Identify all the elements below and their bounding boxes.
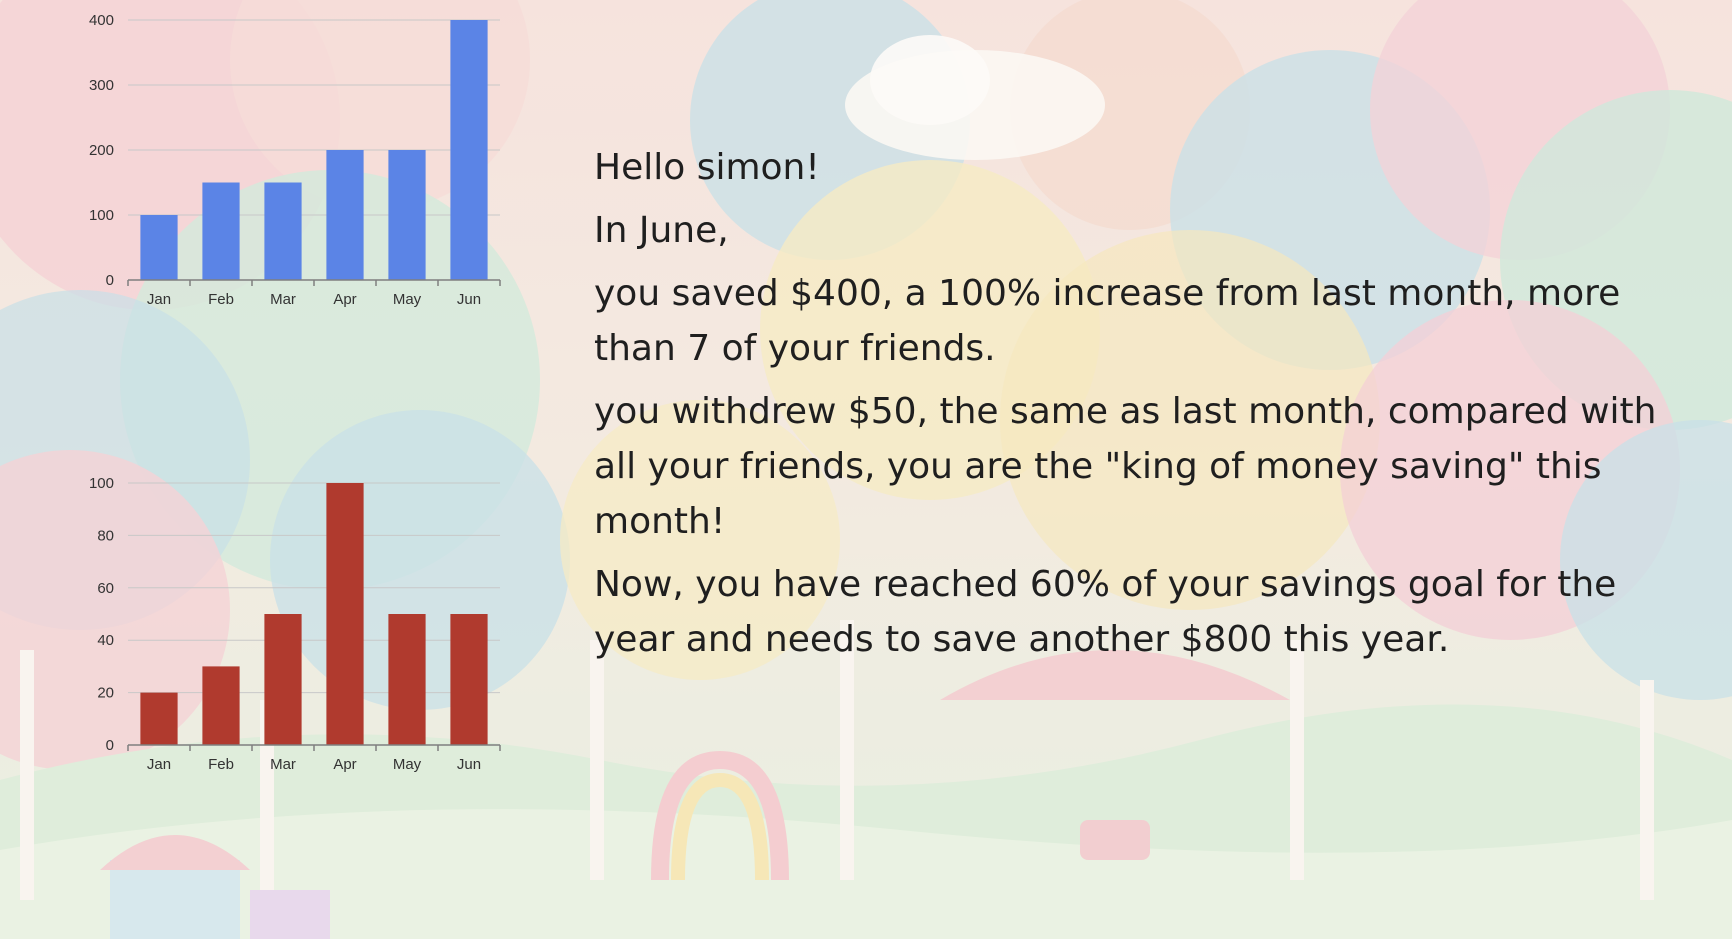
savings-ytick-label: 300	[89, 77, 114, 94]
savings-xtick-label: Jun	[457, 291, 481, 308]
withdrawals-xtick-label: Mar	[270, 756, 296, 773]
savings-ytick-label: 0	[106, 272, 114, 289]
withdrawals-bar-jan	[140, 692, 178, 745]
goal-summary-text: Now, you have reached 60% of your saving…	[594, 564, 1617, 660]
savings-bar-chart: 0 100 200 300 400 Jan Feb Mar Apr May Jun	[60, 0, 520, 310]
withdrew-summary-text: you withdrew $50, the same as last month…	[594, 391, 1657, 542]
savings-xtick-label: Apr	[333, 291, 356, 308]
savings-xtick-label: May	[393, 291, 422, 308]
withdrawals-xtick-label: Apr	[333, 756, 356, 773]
withdrawals-ytick-label: 0	[106, 737, 114, 754]
withdrawals-bar-may	[388, 614, 426, 745]
savings-xtick-label: Feb	[208, 291, 234, 308]
savings-bar-jun	[450, 20, 488, 280]
withdrawals-xtick-label: Feb	[208, 756, 234, 773]
summary-message: Hello simon! In June, you saved $400, a …	[594, 140, 1684, 675]
withdrawals-xtick-label: May	[393, 756, 422, 773]
savings-ytick-label: 100	[89, 207, 114, 224]
savings-bar-jan	[140, 215, 178, 280]
withdrawals-xtick-label: Jun	[457, 756, 481, 773]
withdrawals-ytick-label: 60	[97, 580, 114, 597]
withdrawals-ytick-label: 80	[97, 527, 114, 544]
withdrawals-ytick-label: 100	[89, 475, 114, 492]
savings-xtick-label: Mar	[270, 291, 296, 308]
withdrawals-ytick-label: 40	[97, 632, 114, 649]
savings-ytick-label: 400	[89, 12, 114, 29]
withdrawals-chart-svg: 0 20 40 60 80 100 Jan Feb Mar Apr May Jun	[89, 475, 501, 773]
withdrawals-ytick-label: 20	[97, 685, 114, 702]
greeting-text: Hello simon!	[594, 147, 820, 188]
withdrawals-bar-apr	[326, 483, 364, 745]
withdrawals-bar-feb	[202, 666, 240, 745]
savings-xtick-label: Jan	[147, 291, 171, 308]
withdrawals-xtick-label: Jan	[147, 756, 171, 773]
savings-bar-apr	[326, 150, 364, 280]
savings-ytick-label: 200	[89, 142, 114, 159]
withdrawals-bar-jun	[450, 614, 488, 745]
savings-bar-mar	[264, 182, 302, 280]
savings-bar-feb	[202, 182, 240, 280]
month-text: In June,	[594, 210, 729, 251]
saved-summary-text: you saved $400, a 100% increase from las…	[594, 273, 1621, 369]
savings-chart-svg: 0 100 200 300 400 Jan Feb Mar Apr May Jun	[89, 12, 501, 308]
savings-bar-may	[388, 150, 426, 280]
withdrawals-bar-chart: 0 20 40 60 80 100 Jan Feb Mar Apr May Jun	[60, 465, 520, 775]
withdrawals-bar-mar	[264, 614, 302, 745]
